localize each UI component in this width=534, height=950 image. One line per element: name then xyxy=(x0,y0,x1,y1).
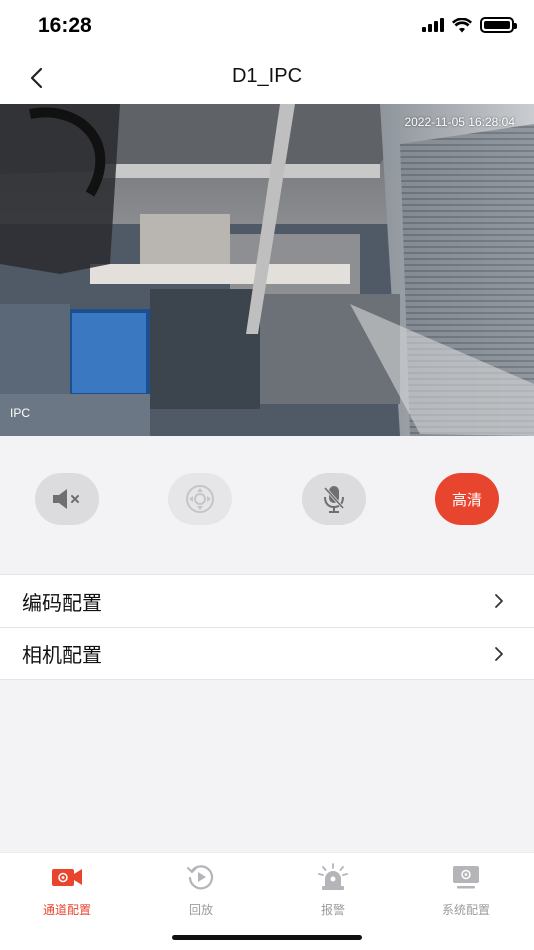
home-indicator xyxy=(172,935,362,940)
tab-label: 系统配置 xyxy=(441,903,490,917)
camera-feed-image xyxy=(0,104,534,436)
cellular-signal-icon xyxy=(422,18,444,32)
menu-item-camera-config[interactable]: 相机配置 xyxy=(0,627,534,679)
tab-channel-config[interactable]: 通道配置 xyxy=(0,863,134,918)
status-icons xyxy=(422,17,517,33)
tab-playback[interactable]: 回放 xyxy=(134,863,268,918)
menu-item-encoding-config[interactable]: 编码配置 xyxy=(0,575,534,627)
tab-label: 报警 xyxy=(320,903,345,917)
tab-alarm[interactable]: 报警 xyxy=(266,863,400,918)
alarm-icon xyxy=(318,863,348,890)
quality-button[interactable]: 高清 xyxy=(435,473,499,525)
system-settings-icon xyxy=(453,866,479,889)
status-time: 16:28 xyxy=(38,14,92,37)
talk-button[interactable] xyxy=(302,473,366,525)
video-timestamp: 2022-11-05 16:28:04 xyxy=(404,115,515,129)
menu-item-label: 编码配置 xyxy=(22,590,102,615)
camera-settings-icon xyxy=(52,869,82,886)
mute-button[interactable] xyxy=(35,473,99,525)
menu-item-label: 相机配置 xyxy=(22,643,102,667)
chevron-right-icon xyxy=(495,646,503,661)
tab-label: 通道配置 xyxy=(42,903,91,917)
tab-label: 回放 xyxy=(188,903,213,917)
ptz-button[interactable] xyxy=(168,473,232,525)
playback-icon xyxy=(187,865,214,890)
ptz-direction-icon xyxy=(186,485,214,513)
video-channel-label: IPC xyxy=(10,406,31,420)
live-video-view[interactable]: 2022-11-05 16:28:04 IPC xyxy=(0,104,534,436)
control-bar: 高清 xyxy=(0,436,534,574)
settings-menu: 编码配置 相机配置 xyxy=(0,574,534,680)
status-bar: 16:28 xyxy=(0,0,534,52)
nav-bar: D1_IPC xyxy=(0,52,534,104)
speaker-muted-icon xyxy=(53,489,79,509)
chevron-right-icon xyxy=(495,594,503,608)
wifi-icon xyxy=(452,17,472,32)
tab-system-config[interactable]: 系统配置 xyxy=(399,863,533,918)
page-title: D1_IPC xyxy=(231,65,303,87)
microphone-muted-icon xyxy=(323,486,345,513)
battery-icon xyxy=(480,17,517,33)
bottom-tab-bar: 通道配置 回放 报警 系统配置 xyxy=(0,852,534,950)
